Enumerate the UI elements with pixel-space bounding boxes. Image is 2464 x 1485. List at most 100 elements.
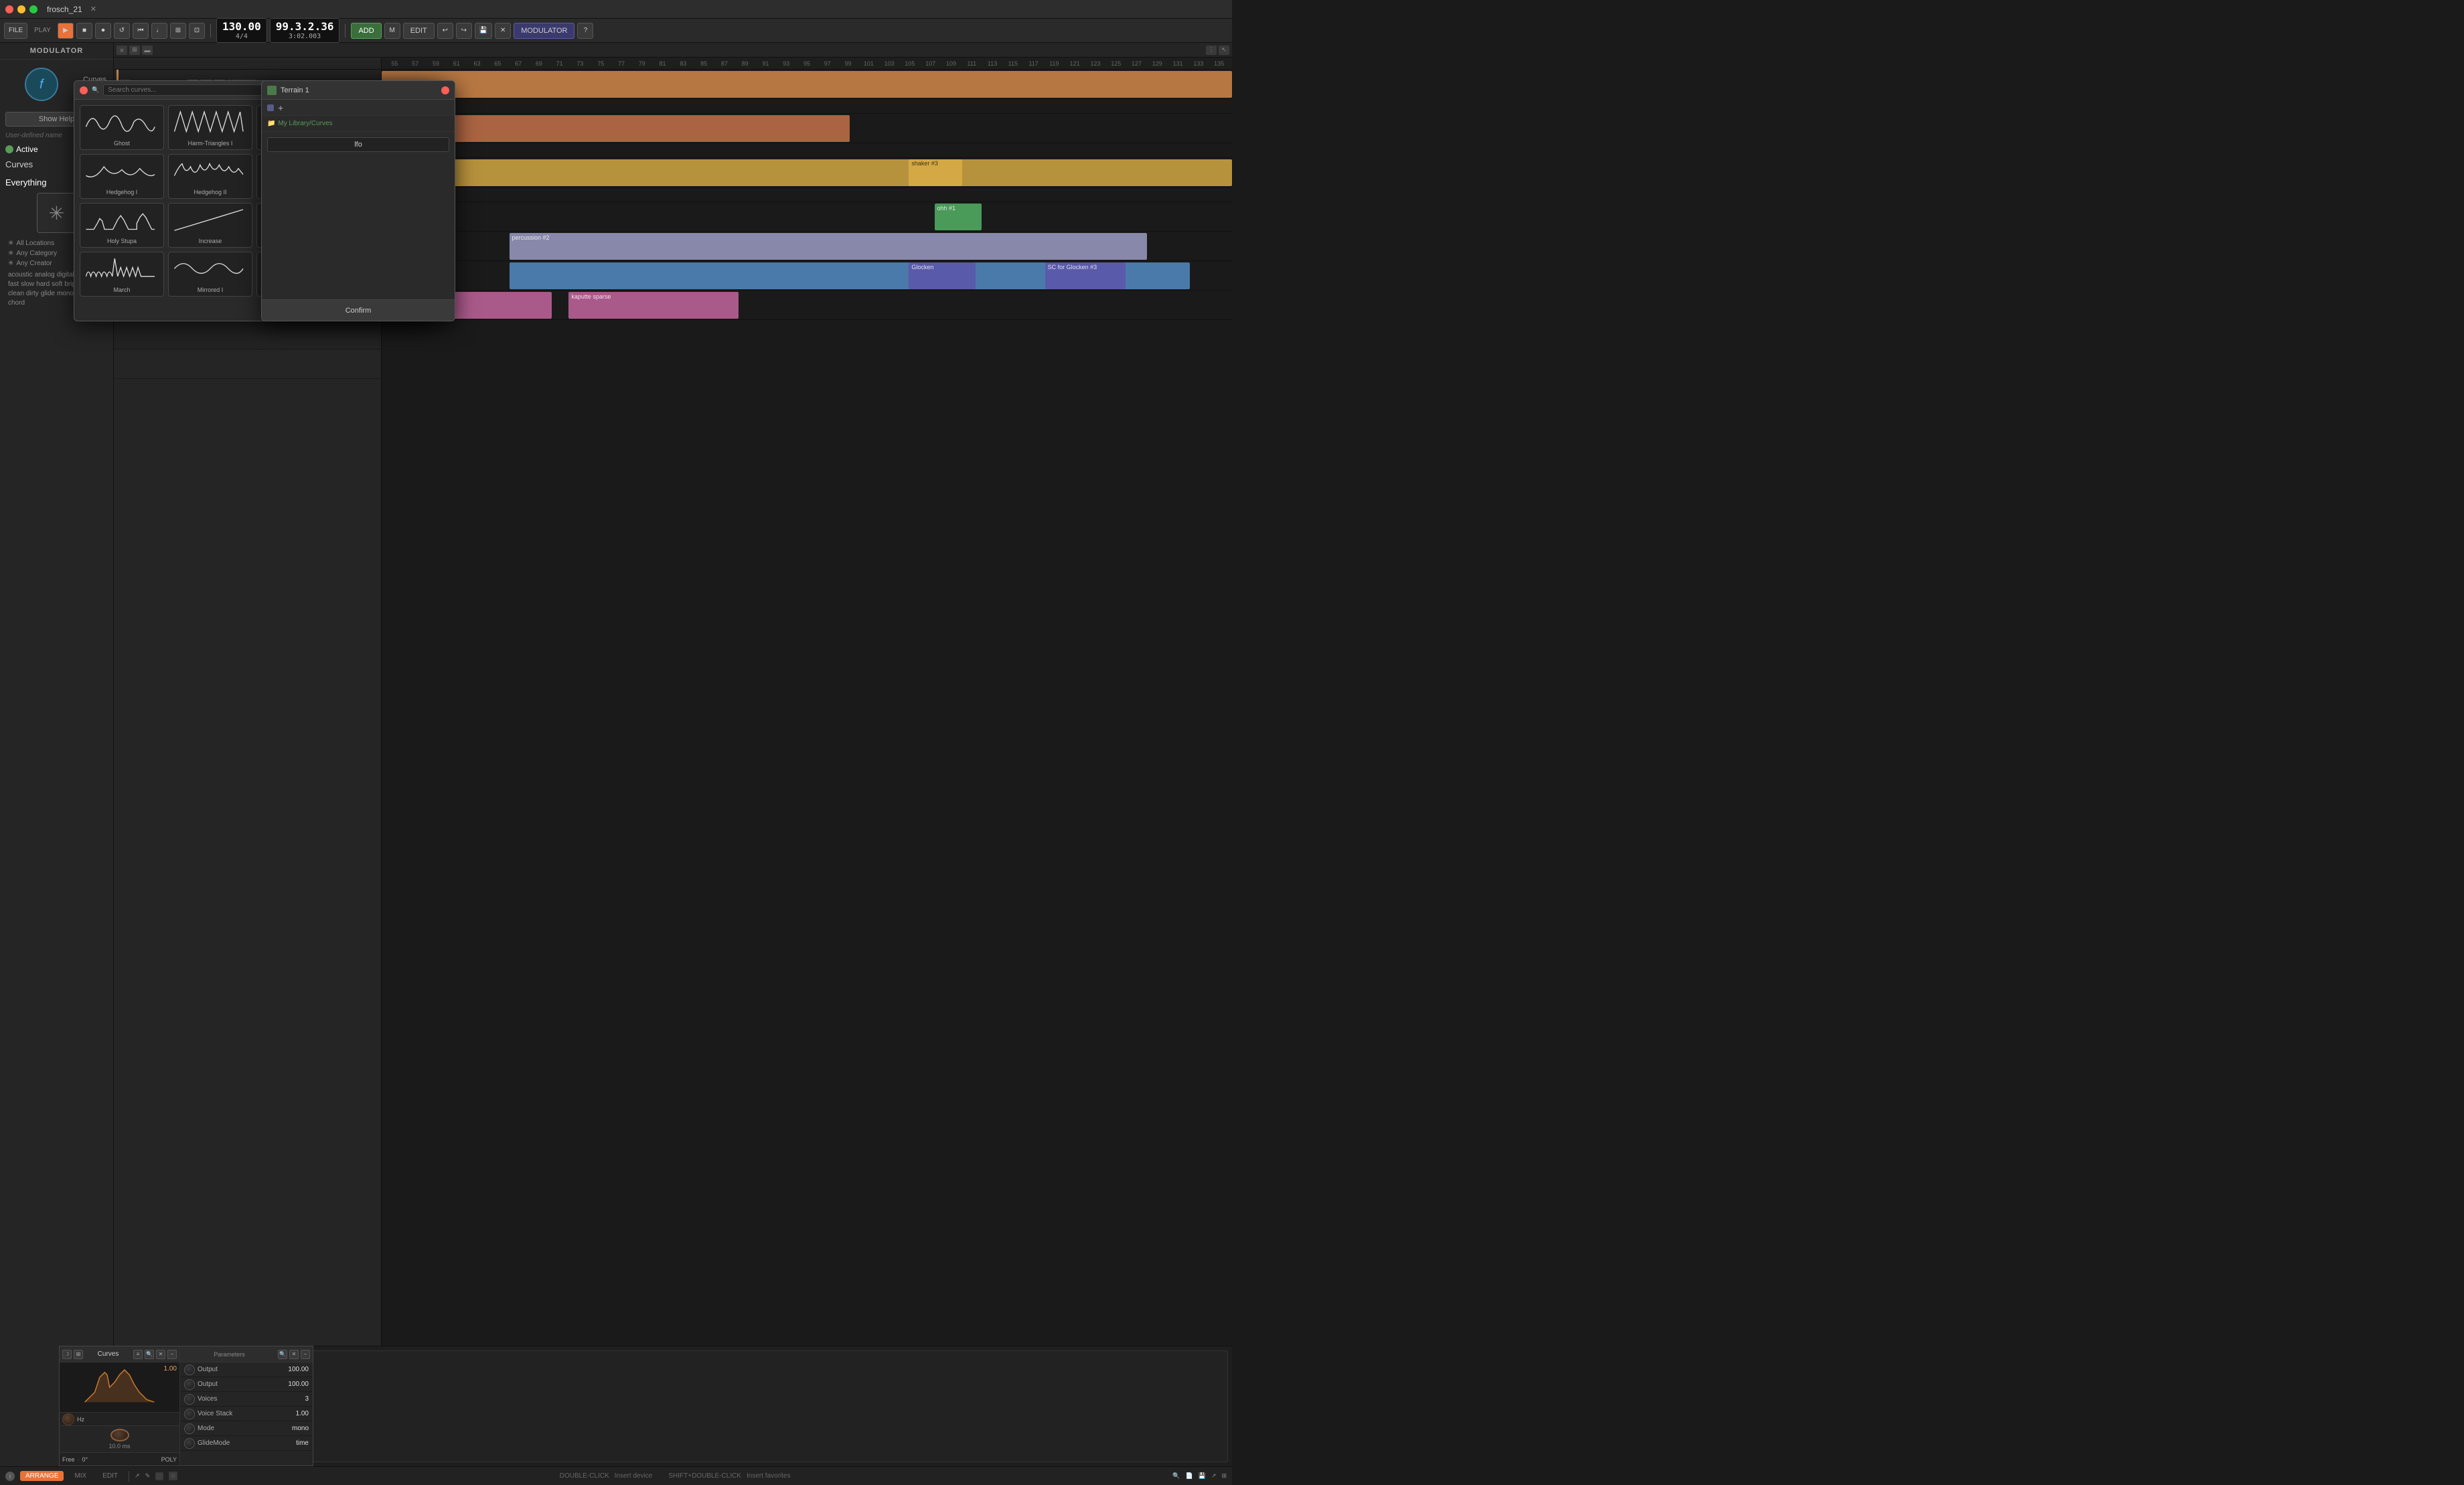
metronome-button[interactable]: ♩ [151,23,167,39]
info-icon[interactable]: i [5,1472,15,1481]
param-knob-voicestack[interactable] [184,1409,195,1419]
plugin-waveform-area[interactable]: 1.00 [60,1362,179,1412]
tab-close-icon[interactable]: ✕ [90,5,96,13]
param-knob-output1[interactable] [184,1364,195,1375]
plugin-close-icon[interactable]: ✕ [156,1350,165,1359]
close-button[interactable] [5,5,13,13]
arrange-tab[interactable]: ARRANGE [20,1471,64,1481]
mix-tab[interactable]: MIX [69,1471,92,1481]
lfo-icon[interactable]: 𝑓 [25,68,58,101]
curve-mirrored-1[interactable]: Mirrored I [168,252,252,297]
clip-kickbass-main[interactable] [382,71,1232,98]
position-display[interactable]: 99.3.2.36 3:02.003 [270,18,340,43]
tag-acoustic[interactable]: acoustic [8,271,33,279]
all-locations-label: All Locations [16,240,54,247]
clip-ohh[interactable]: ohh #1 [935,204,982,230]
terrain-close-button[interactable] [441,86,449,94]
play-button[interactable]: ▶ [58,23,74,39]
search-status-icon[interactable]: 🔍 [1172,1472,1180,1480]
track-options-btn[interactable]: ⋮ [1206,46,1217,55]
curve-holy-stupa[interactable]: Holy Stupa [80,203,164,248]
curve-march[interactable]: March [80,252,164,297]
midi-button[interactable]: M [384,23,400,39]
plugin-right-search[interactable]: 🔍 [278,1350,287,1359]
rewind-button[interactable]: ⏮ [133,23,149,39]
param-knob-mode[interactable] [184,1423,195,1434]
plugin-search-icon[interactable]: 🔍 [145,1350,154,1359]
grid-status-icon[interactable]: ⊞ [1221,1472,1227,1480]
cursor-btn[interactable]: ↖ [1219,46,1229,55]
tag-analog[interactable]: analog [35,271,55,279]
tag-slow[interactable]: slow [21,281,34,288]
detail-view-btn[interactable]: ▬ [142,46,153,55]
export-status-icon[interactable]: ↗ [1211,1472,1217,1480]
clip-glocken[interactable]: Glocken [909,262,976,289]
terrain-path[interactable]: 📁 My Library/Curves [262,116,455,132]
record2-button[interactable]: ⊡ [189,23,205,39]
grid-mode-icon[interactable]: ⊞ [169,1472,178,1480]
tag-chord[interactable]: chord [8,299,25,307]
curve-ghost[interactable]: Ghost [80,105,164,150]
param-knob-glidemode[interactable] [184,1438,195,1449]
clip-percussion[interactable]: percussion #2 [510,233,1148,260]
tag-glide[interactable]: glide [41,290,55,297]
plugin-grid-icon[interactable]: ⊞ [74,1350,83,1359]
plugin-rate-knob[interactable] [62,1413,74,1425]
modulator-button[interactable]: MODULATOR [514,23,574,39]
redo-button[interactable]: ↪ [456,23,472,39]
add-button[interactable]: ADD [351,23,381,39]
curve-harm-tri-1[interactable]: Harm-Triangles I [168,105,252,150]
clip-sc-glocken[interactable]: SC for Glocken #3 [1045,262,1126,289]
confirm-button[interactable]: Confirm [262,299,455,321]
curve-hedgehog-2[interactable]: Hedgehog II [168,154,252,199]
tag-digital[interactable]: digital [57,271,74,279]
timeline-num: 119 [1044,60,1065,67]
file-button[interactable]: FILE [4,23,27,39]
clip-kaputte-2[interactable]: kaputte sparse [568,292,739,319]
plugin-smooth-knob[interactable] [110,1429,129,1441]
capture-button[interactable]: ⊞ [170,23,186,39]
save-status-icon[interactable]: 💾 [1199,1472,1206,1480]
edit-button[interactable]: EDIT [403,23,435,39]
grid-view-btn[interactable]: ⊞ [129,46,140,55]
curve-hedgehog-1[interactable]: Hedgehog I [80,154,164,199]
clip-shaker-3[interactable]: shaker #3 [909,159,962,186]
plugin-minimize-icon[interactable]: − [167,1350,177,1359]
curve-increase[interactable]: Increase [168,203,252,248]
edit-tab[interactable]: EDIT [97,1471,123,1481]
stop-button[interactable]: ■ [76,23,92,39]
param-knob-voices[interactable] [184,1394,195,1405]
tempo-display[interactable]: 130.00 4/4 [216,18,267,43]
free-label: Free [62,1456,75,1463]
tag-soft[interactable]: soft [52,281,62,288]
file-status-icon[interactable]: 📄 [1185,1472,1192,1480]
curves-dialog-close[interactable] [80,86,88,94]
help-button[interactable]: ? [577,23,593,39]
terrain-add-button[interactable]: + [278,102,283,113]
maximize-button[interactable] [29,5,37,13]
arrange-mode-icon[interactable]: □ [155,1472,163,1480]
plugin-moon-icon[interactable]: ☽ [62,1350,72,1359]
minimize-button[interactable] [17,5,25,13]
undo-button[interactable]: ↩ [437,23,453,39]
tag-clean[interactable]: clean [8,290,24,297]
everything-icon[interactable]: ✳ [37,193,77,233]
sequencer-area[interactable] [154,1350,1228,1462]
param-knob-output2[interactable] [184,1379,195,1390]
clips-area[interactable]: shaker #2 shaker #3 ohh #1 percussion #2 [382,70,1232,1346]
plugin-right-expand[interactable]: − [301,1350,310,1359]
save-button[interactable]: 💾 [475,23,492,39]
plugin-options-icon[interactable]: ≡ [133,1350,143,1359]
tag-mono[interactable]: mono [57,290,74,297]
record-button[interactable]: ⏺ [95,23,111,39]
loop-button[interactable]: ↺ [114,23,130,39]
clips-row-kickbass-sub [382,99,1232,114]
tag-dirty[interactable]: dirty [26,290,39,297]
plugin-right-close[interactable]: ✕ [289,1350,299,1359]
delete-button[interactable]: ✕ [495,23,511,39]
tag-hard[interactable]: hard [36,281,50,288]
clip-shaker-main[interactable]: shaker #2 [382,159,1232,186]
list-view-btn[interactable]: ≡ [117,46,127,55]
terrain-search-input[interactable] [267,137,449,152]
tag-fast[interactable]: fast [8,281,19,288]
